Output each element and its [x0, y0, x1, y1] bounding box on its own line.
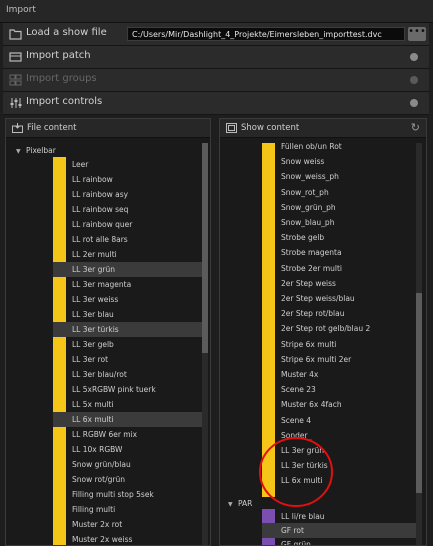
list-item[interactable]: Muster 2x rot [53, 517, 202, 532]
import-groups-label: Import groups [26, 73, 97, 84]
scroll-thumb[interactable] [416, 293, 422, 493]
browse-button[interactable]: ••• [408, 27, 426, 41]
list-item[interactable]: Stripe 6x multi 2er [262, 352, 416, 367]
list-item[interactable]: Strobe magenta [262, 245, 416, 260]
list-item[interactable]: Füllen ob/un Rot [262, 143, 416, 154]
list-item[interactable]: LL 3er weiss [53, 292, 202, 307]
list-item[interactable]: LL 6x multi [53, 412, 202, 427]
list-item[interactable]: 2er Step rot/blau [262, 306, 416, 321]
list-item[interactable]: Filling multi stop 5sek [53, 487, 202, 502]
import-controls-row[interactable]: Import controls [3, 92, 429, 115]
list-item[interactable]: LL 5x multi [53, 397, 202, 412]
load-show-row: Load a show file C:/Users/Mir/Dashlight_… [3, 23, 429, 46]
list-item[interactable]: LL 3er grün [53, 262, 202, 277]
show-content-title: Show content [241, 123, 300, 133]
list-item[interactable]: Snow_rot_ph [262, 185, 416, 200]
show-icon [226, 123, 237, 133]
list-item[interactable]: LL rainbow seq [53, 202, 202, 217]
patch-icon [9, 52, 22, 62]
list-item[interactable]: Muster 2x weiss [53, 532, 202, 545]
list-item[interactable]: LL 3er magenta [53, 277, 202, 292]
show-content-panel: Show content ↻ Füllen ob/un Rot Snow weis… [219, 118, 427, 546]
list-item[interactable]: Snow grün/blau [53, 457, 202, 472]
file-content-header: File content [6, 119, 210, 138]
import-controls-label: Import controls [26, 96, 103, 107]
show-file-path-field[interactable]: C:/Users/Mir/Dashlight_4_Projekte/Eimers… [127, 27, 405, 41]
import-patch-toggle[interactable] [410, 53, 418, 61]
refresh-icon[interactable]: ↻ [411, 121, 420, 134]
list-item[interactable]: Stripe 6x multi [262, 337, 416, 352]
show-content-scrollbar[interactable] [416, 143, 422, 545]
list-item[interactable]: LL 3er blau [53, 307, 202, 322]
list-item[interactable]: 2er Step rot gelb/blau 2 [262, 321, 416, 336]
list-item[interactable]: Snow rot/grün [53, 472, 202, 487]
list-item[interactable]: LL 10x RGBW [53, 442, 202, 457]
list-item[interactable]: LL 3er blau/rot [53, 367, 202, 382]
list-item[interactable]: LL 2er multi [53, 247, 202, 262]
list-item[interactable]: Snow_weiss_ph [262, 169, 416, 184]
group-pixelbar[interactable]: ▼ Pixelbar [16, 145, 56, 157]
list-item[interactable]: Muster 6x 4fach [262, 397, 416, 412]
list-item[interactable]: LL 3er rot [53, 352, 202, 367]
list-item[interactable]: LL rainbow [53, 172, 202, 187]
list-item[interactable]: LL RGBW 6er mix [53, 427, 202, 442]
list-item[interactable]: LL 3er türkis [53, 322, 202, 337]
list-item[interactable]: Filling multi [53, 502, 202, 517]
list-item[interactable]: Strobe gelb [262, 230, 416, 245]
file-content-panel: File content ▼ Pixelbar Leer LL rainbow LL … [5, 118, 211, 546]
list-item[interactable]: LL 5xRGBW pink tuerk [53, 382, 202, 397]
list-item[interactable]: Scene 4 [262, 413, 416, 428]
sliders-icon [10, 98, 22, 108]
import-patch-label: Import patch [26, 50, 91, 61]
list-item[interactable]: LL rot alle 8ars [53, 232, 202, 247]
list-item[interactable]: LL rainbow quer [53, 217, 202, 232]
list-item[interactable]: Snow_grün_ph [262, 200, 416, 215]
scroll-thumb[interactable] [202, 143, 208, 353]
list-item[interactable]: Snow weiss [262, 154, 416, 169]
show-content-header: Show content ↻ [220, 119, 426, 138]
file-content-list: ▼ Pixelbar Leer LL rainbow LL rainbow asy LL… [6, 143, 210, 545]
list-item[interactable]: LL 3er gelb [53, 337, 202, 352]
list-item[interactable]: GF grün [262, 537, 416, 545]
file-content-title: File content [27, 123, 77, 133]
import-controls-toggle[interactable] [410, 99, 418, 107]
list-item[interactable]: Leer [53, 157, 202, 172]
list-item[interactable]: 2er Step weiss/blau [262, 291, 416, 306]
folder-icon [9, 29, 22, 40]
list-item[interactable]: Snow_blau_ph [262, 215, 416, 230]
import-groups-row[interactable]: Import groups [3, 69, 429, 92]
groups-icon [9, 74, 22, 86]
group-par[interactable]: ▼ PAR [228, 498, 252, 510]
import-groups-toggle[interactable] [410, 76, 418, 84]
list-item[interactable]: 2er Step weiss [262, 276, 416, 291]
file-content-scrollbar[interactable] [202, 143, 208, 545]
list-item[interactable]: GF rot [262, 523, 416, 538]
show-content-list: Füllen ob/un Rot Snow weiss Snow_weiss_ph S… [220, 143, 426, 545]
list-item[interactable]: Strobe 2er multi [262, 261, 416, 276]
window-titlebar: Import [0, 0, 433, 23]
load-show-label: Load a show file [26, 27, 107, 38]
caret-down-icon: ▼ [16, 148, 21, 155]
list-item[interactable]: LL rainbow asy [53, 187, 202, 202]
annotation-circle [259, 437, 333, 507]
caret-down-icon: ▼ [228, 501, 233, 508]
group-label: Pixelbar [26, 146, 56, 155]
window-title: Import [6, 5, 36, 15]
group-label: PAR [238, 499, 253, 508]
import-patch-row[interactable]: Import patch [3, 46, 429, 69]
list-item[interactable]: Muster 4x [262, 367, 416, 382]
file-import-icon [12, 123, 23, 133]
list-item[interactable]: Scene 23 [262, 382, 416, 397]
